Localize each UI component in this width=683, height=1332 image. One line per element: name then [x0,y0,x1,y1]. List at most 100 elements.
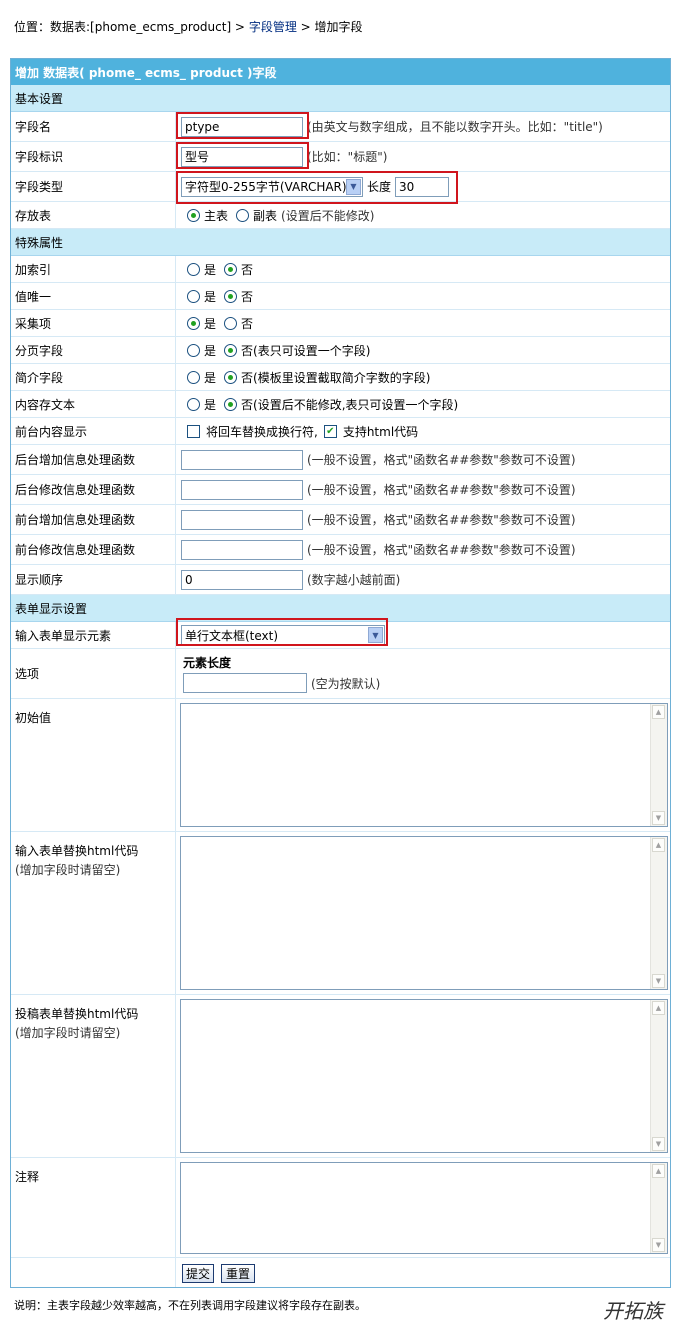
breadcrumb-prefix: 位置：数据表:[phome_ecms_product] > [14,20,249,34]
breadcrumb-link-fields[interactable]: 字段管理 [249,20,297,34]
func-hint: (一般不设置，格式"函数名##参数"参数可不设置) [307,543,576,557]
highlight-box [176,171,458,204]
page-field-label: 分页字段 [11,337,176,363]
content-file-hint: (设置后不能修改,表只可设置一个字段) [253,397,459,412]
highlight-box [176,142,309,169]
no-label: 否 [241,343,254,358]
radio-index-no[interactable] [224,262,238,276]
elem-len-label: 元素长度 [183,656,232,670]
row-field-name: 字段名 ptype (由英文与数字组成，且不能以数字开头。比如："title") [11,112,670,142]
checkbox-html[interactable]: ✔ [323,424,337,438]
radio-intro-no[interactable] [224,370,238,384]
radio-page-no[interactable] [224,343,238,357]
row-options: 选项 元素长度 (空为按默认) [11,649,670,699]
order-input[interactable]: 0 [181,569,303,590]
submit-button[interactable]: 提交 [182,1264,214,1283]
section-basic: 基本设置 [11,85,670,112]
row-page-field: 分页字段 是 否 (表只可设置一个字段) [11,337,670,364]
radio-page-yes[interactable] [187,343,200,357]
scroll-down-icon[interactable]: ▼ [652,1137,665,1151]
options-hint: (空为按默认) [311,676,381,691]
radio-collect-yes[interactable] [187,316,200,330]
intro-field-label: 简介字段 [11,364,176,390]
radio-unique-no[interactable] [224,289,238,303]
yes-label: 是 [204,289,217,304]
unique-label: 值唯一 [11,283,176,309]
row-buttons: 提交 重置 [11,1258,670,1287]
highlight-box [176,618,388,646]
scroll-up-icon[interactable]: ▲ [652,705,665,719]
front-edit-func-input[interactable] [181,539,303,560]
front-display-label: 前台内容显示 [11,418,176,444]
radio-content-no[interactable] [224,397,238,411]
back-edit-func-input[interactable] [181,479,303,500]
section-special: 特殊属性 [11,229,670,256]
comment-label: 注释 [11,1158,176,1257]
intro-field-hint: (模板里设置截取简介字数的字段) [253,370,431,385]
row-order: 显示顺序 0 (数字越小越前面) [11,565,670,595]
radio-main-table[interactable] [187,208,200,222]
row-init-value: 初始值 ▲ ▼ [11,699,670,832]
row-intro-field: 简介字段 是 否 (模板里设置截取简介字数的字段) [11,364,670,391]
input-html-labels: 输入表单替换html代码 (增加字段时请留空) [11,832,176,994]
html-label: 支持html代码 [342,424,419,439]
scroll-down-icon[interactable]: ▼ [652,974,665,988]
field-type-label: 字段类型 [11,172,176,201]
row-unique: 值唯一 是 否 [11,283,670,310]
radio-unique-yes[interactable] [187,289,200,303]
yes-label: 是 [204,262,217,277]
radio-collect-no[interactable] [224,316,238,330]
back-add-func-label: 后台增加信息处理函数 [11,445,176,474]
elem-len-input[interactable] [183,673,307,693]
submit-html-sub: (增加字段时请留空) [15,1026,121,1040]
scroll-up-icon[interactable]: ▲ [652,838,665,852]
row-collect: 采集项 是 否 [11,310,670,337]
no-label: 否 [241,316,254,331]
radio-sub-table[interactable] [236,208,250,222]
back-add-func-input[interactable] [181,449,303,470]
no-label: 否 [241,370,254,385]
opt-sub-label: 副表 [253,208,278,223]
field-title-label: 字段标识 [11,142,176,171]
breadcrumb: 位置：数据表:[phome_ecms_product] > 字段管理 > 增加字… [14,18,363,35]
radio-intro-yes[interactable] [187,370,200,384]
front-add-func-input[interactable] [181,509,303,530]
row-add-index: 加索引 是 否 [11,256,670,283]
scroll-up-icon[interactable]: ▲ [652,1164,665,1178]
store-table-label: 存放表 [11,202,176,228]
store-table-hint: (设置后不能修改) [281,208,375,223]
input-html-sub: (增加字段时请留空) [15,863,121,877]
content-file-label: 内容存文本 [11,391,176,417]
field-name-hint: (由英文与数字组成，且不能以数字开头。比如："title") [307,120,603,134]
comment-textarea[interactable]: ▲ ▼ [180,1162,668,1254]
order-label: 显示顺序 [11,565,176,594]
init-value-textarea[interactable]: ▲ ▼ [180,703,668,827]
scroll-up-icon[interactable]: ▲ [652,1001,665,1015]
collect-label: 采集项 [11,310,176,336]
no-label: 否 [241,397,254,412]
scrollbar[interactable]: ▲ ▼ [650,704,667,826]
highlight-box [176,112,309,139]
newline-label: 将回车替换成换行符, [206,424,318,439]
submit-html-label: 投稿表单替换html代码 [15,1007,139,1021]
yes-label: 是 [204,316,217,331]
radio-index-yes[interactable] [187,262,200,276]
row-front-add-func: 前台增加信息处理函数 (一般不设置，格式"函数名##参数"参数可不设置) [11,505,670,535]
scroll-down-icon[interactable]: ▼ [652,811,665,825]
order-hint: (数字越小越前面) [307,573,401,587]
add-field-form: 增加 数据表( phome_ ecms_ product )字段 基本设置 字段… [10,58,671,1288]
reset-button[interactable]: 重置 [221,1264,255,1283]
func-hint: (一般不设置，格式"函数名##参数"参数可不设置) [307,513,576,527]
row-store-table: 存放表 主表 副表 (设置后不能修改) [11,202,670,229]
submit-html-textarea[interactable]: ▲ ▼ [180,999,668,1153]
scrollbar[interactable]: ▲ ▼ [650,837,667,989]
scrollbar[interactable]: ▲ ▼ [650,1163,667,1253]
field-title-hint: (比如："标题") [307,150,388,164]
input-html-label: 输入表单替换html代码 [15,844,139,858]
scrollbar[interactable]: ▲ ▼ [650,1000,667,1152]
checkbox-newline[interactable] [187,424,200,438]
input-html-textarea[interactable]: ▲ ▼ [180,836,668,990]
scroll-down-icon[interactable]: ▼ [652,1238,665,1252]
radio-content-yes[interactable] [187,397,200,411]
input-element-label: 输入表单显示元素 [11,622,176,648]
